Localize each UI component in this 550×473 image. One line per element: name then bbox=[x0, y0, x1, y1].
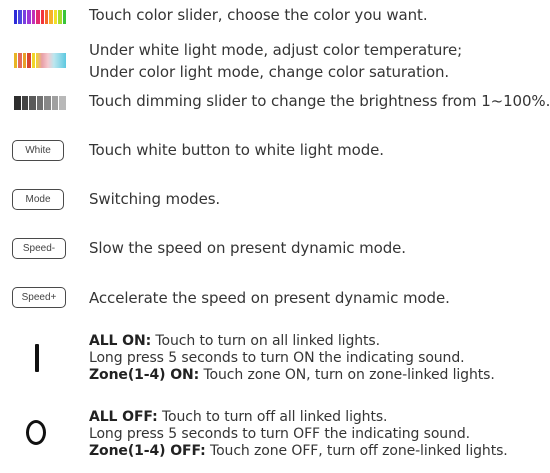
zone-on-desc: Touch zone ON, turn on zone-linked light… bbox=[199, 367, 495, 383]
slider-stripe bbox=[51, 96, 59, 110]
all-off-desc: Touch to turn off all linked lights. bbox=[157, 409, 388, 425]
row-text: Switching modes. bbox=[89, 190, 221, 208]
slider-stripe-group bbox=[14, 53, 36, 68]
slider-stripe bbox=[27, 53, 31, 68]
row-text-line-1: Under white light mode, adjust color tem… bbox=[89, 41, 463, 59]
saturation-slider-icon bbox=[14, 53, 66, 68]
row-text-line-2: Under color light mode, change color sat… bbox=[89, 63, 450, 81]
row-text-line-3: Zone(1-4) OFF: Touch zone OFF, turn off … bbox=[89, 443, 508, 460]
row-text-line-1: ALL ON: Touch to turn on all linked ligh… bbox=[89, 333, 380, 350]
slider-gradient bbox=[36, 53, 66, 68]
row-text: Accelerate the speed on present dynamic … bbox=[89, 289, 450, 307]
row-text-line-2: Long press 5 seconds to turn ON the indi… bbox=[89, 350, 465, 366]
row-text: Slow the speed on present dynamic mode. bbox=[89, 239, 406, 257]
slider-stripe bbox=[58, 10, 62, 24]
slider-stripe bbox=[31, 53, 36, 68]
slider-stripe bbox=[31, 10, 36, 24]
row-text-line-3: Zone(1-4) ON: Touch zone ON, turn on zon… bbox=[89, 367, 495, 384]
zone-off-desc: Touch zone OFF, turn off zone-linked lig… bbox=[205, 443, 508, 459]
row-text: Touch color slider, choose the color you… bbox=[89, 6, 428, 24]
slider-stripe bbox=[27, 10, 31, 24]
dimming-slider-icon bbox=[14, 96, 67, 110]
row-text-line-2: Long press 5 seconds to turn OFF the ind… bbox=[89, 426, 470, 442]
row-text: Touch dimming slider to change the brigh… bbox=[89, 92, 550, 110]
slider-stripe bbox=[14, 53, 18, 68]
all-on-label: ALL ON: bbox=[89, 333, 152, 349]
slider-stripe bbox=[22, 10, 27, 24]
slider-stripe bbox=[29, 96, 36, 110]
slider-stripe bbox=[22, 53, 27, 68]
zone-on-label: Zone(1-4) ON: bbox=[89, 367, 200, 383]
speed-plus-button[interactable]: Speed+ bbox=[12, 287, 66, 308]
slider-stripe bbox=[18, 10, 22, 24]
zone-off-label: Zone(1-4) OFF: bbox=[89, 443, 206, 459]
slider-stripe bbox=[14, 10, 18, 24]
slider-stripe bbox=[18, 53, 22, 68]
slider-stripe bbox=[40, 10, 44, 24]
white-button[interactable]: White bbox=[12, 140, 64, 161]
speed-minus-button[interactable]: Speed- bbox=[12, 238, 66, 259]
slider-stripe bbox=[21, 96, 29, 110]
all-on-desc: Touch to turn on all linked lights. bbox=[151, 333, 380, 349]
row-text-line-1: ALL OFF: Touch to turn off all linked li… bbox=[89, 409, 387, 426]
all-off-label: ALL OFF: bbox=[89, 409, 158, 425]
slider-stripe bbox=[36, 10, 40, 24]
power-off-icon[interactable] bbox=[26, 420, 46, 445]
slider-stripe bbox=[14, 96, 21, 110]
slider-stripe bbox=[44, 96, 51, 110]
slider-stripe bbox=[59, 96, 67, 110]
color-slider-icon bbox=[14, 10, 67, 24]
slider-stripe bbox=[53, 10, 58, 24]
power-on-icon[interactable] bbox=[35, 344, 39, 372]
row-text: Touch white button to white light mode. bbox=[89, 141, 384, 159]
slider-stripe bbox=[62, 10, 67, 24]
slider-stripe bbox=[36, 96, 44, 110]
slider-stripe bbox=[49, 10, 53, 24]
slider-stripe bbox=[44, 10, 49, 24]
mode-button[interactable]: Mode bbox=[12, 189, 64, 210]
